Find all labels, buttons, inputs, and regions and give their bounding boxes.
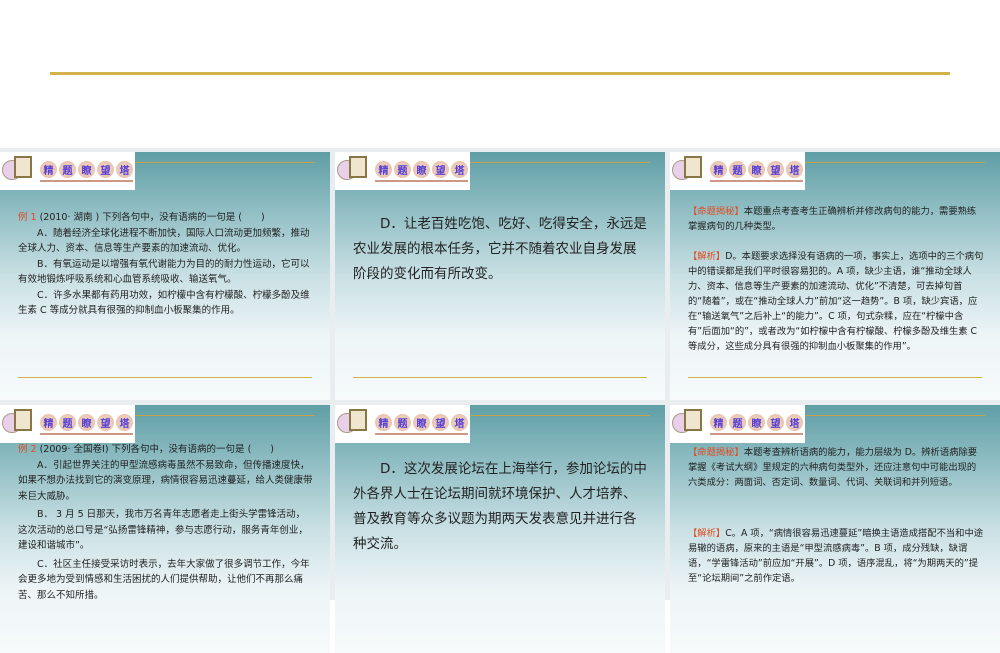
banner-char: 望 <box>767 413 784 431</box>
banner-char: 精 <box>710 160 727 178</box>
tag-explanation: 【解析】 <box>688 251 726 262</box>
banner-char: 塔 <box>451 160 468 178</box>
banner-char: 塔 <box>116 160 133 178</box>
banner-char: 望 <box>97 413 114 431</box>
slide-6[interactable]: 精题瞭望塔 【命题揭秘】本题考查辨析语病的能力，能力层级为 D。辨析语病除要掌握… <box>670 405 1000 653</box>
banner-char: 瞭 <box>413 160 430 178</box>
option-d: D．让老百姓吃饱、吃好、吃得安全，永远是农业发展的根本任务，它并不随着农业自身发… <box>353 216 647 282</box>
banner-char: 精 <box>710 413 727 431</box>
banner-logo: 精题瞭望塔 <box>0 405 135 443</box>
banner-logo: 精题瞭望塔 <box>670 405 805 443</box>
question-head: (2009· 全国卷Ⅰ) 下列各句中，没有语病的一句是 ( ) <box>36 444 274 455</box>
banner-char: 题 <box>394 160 411 178</box>
banner-logo: 精题瞭望塔 <box>0 152 135 190</box>
banner-char: 塔 <box>786 160 803 178</box>
banner-logo: 精题瞭望塔 <box>335 405 470 443</box>
banner-char: 塔 <box>116 413 133 431</box>
slide-4[interactable]: 精题瞭望塔 例 2 (2009· 全国卷Ⅰ) 下列各句中，没有语病的一句是 ( … <box>0 405 330 653</box>
banner-char: 望 <box>432 160 449 178</box>
mascot-icon <box>672 154 706 188</box>
banner-char: 望 <box>432 413 449 431</box>
option-b: B．有氧运动是以增强有氧代谢能力为目的的耐力性运动，它可以有效地锻炼呼吸系统和心… <box>18 258 310 286</box>
banner-char: 瞭 <box>748 413 765 431</box>
banner-char: 塔 <box>451 413 468 431</box>
tag-explanation: 【解析】 <box>688 528 726 539</box>
option-c: C．许多水果都有药用功效，如柠檬中含有柠檬酸、柠檬多酚及维生素 C 等成分就具有… <box>18 289 310 317</box>
example-label: 例 1 <box>18 212 37 223</box>
banner-char: 题 <box>59 413 76 431</box>
mascot-icon <box>2 154 36 188</box>
mascot-icon <box>337 154 371 188</box>
banner-char: 瞭 <box>78 413 95 431</box>
option-d: D．这次发展论坛在上海举行，参加论坛的中外各界人士在论坛期间就环境保护、人才培养… <box>353 461 647 552</box>
mascot-icon <box>337 407 371 441</box>
banner-char: 精 <box>375 160 392 178</box>
slide-2[interactable]: 精题瞭望塔 D．让老百姓吃饱、吃好、吃得安全，永远是农业发展的根本任务，它并不随… <box>335 152 665 400</box>
banner-char: 精 <box>40 413 57 431</box>
option-a: A．引起世界关注的甲型流感病毒虽然不易致命，但传播速度快，如果不想办法找到它的演… <box>18 459 313 502</box>
tag-analysis: 【命题揭秘】 <box>688 447 744 458</box>
slide-grid: 精题瞭望塔 例 1 (2010· 湖南 ) 下列各句中，没有语病的一句是 ( )… <box>0 148 1000 653</box>
banner-char: 精 <box>40 160 57 178</box>
banner-char: 题 <box>59 160 76 178</box>
question-text: 例 1 (2010· 湖南 ) 下列各句中，没有语病的一句是 ( ) A．随着经… <box>18 210 314 319</box>
explanation-text: C。A 项，“病情很容易迅速蔓延”暗换主语造成搭配不当和中途易辙的语病，原来的主… <box>688 528 984 584</box>
banner-char: 精 <box>375 413 392 431</box>
mascot-icon <box>2 407 36 441</box>
option-a: A．随着经济全球化进程不断加快，国际人口流动更加频繁，推动全球人力、资本、信息等… <box>18 227 310 255</box>
banner-char: 瞭 <box>413 413 430 431</box>
slide-5[interactable]: 精题瞭望塔 D．这次发展论坛在上海举行，参加论坛的中外各界人士在论坛期间就环境保… <box>335 405 665 653</box>
banner-char: 瞭 <box>78 160 95 178</box>
banner-char: 题 <box>394 413 411 431</box>
banner-logo: 精题瞭望塔 <box>670 152 805 190</box>
example-label: 例 2 <box>18 444 37 455</box>
title-divider <box>50 72 950 75</box>
banner-char: 题 <box>729 160 746 178</box>
question-text: 例 2 (2009· 全国卷Ⅰ) 下列各句中，没有语病的一句是 ( ) A．引起… <box>18 442 314 603</box>
banner-char: 望 <box>767 160 784 178</box>
question-head: (2010· 湖南 ) 下列各句中，没有语病的一句是 ( ) <box>36 212 265 223</box>
tag-analysis: 【命题揭秘】 <box>688 206 744 217</box>
slide-1[interactable]: 精题瞭望塔 例 1 (2010· 湖南 ) 下列各句中，没有语病的一句是 ( )… <box>0 152 330 400</box>
explanation-text: D。本题要求选择没有语病的一项，事实上，选项中的三个病句中的错误都是我们平时很容… <box>688 251 984 352</box>
banner-char: 塔 <box>786 413 803 431</box>
slide-3[interactable]: 精题瞭望塔 【命题揭秘】本题重点考查考生正确辨析并修改病句的能力，需要熟练掌握病… <box>670 152 1000 400</box>
banner-char: 瞭 <box>748 160 765 178</box>
banner-logo: 精题瞭望塔 <box>335 152 470 190</box>
banner-char: 望 <box>97 160 114 178</box>
mascot-icon <box>672 407 706 441</box>
banner-char: 题 <box>729 413 746 431</box>
option-b: B． 3 月 5 日那天，我市万名青年志愿者走上街头学雷锋活动，这次活动的总口号… <box>18 509 308 551</box>
option-c: C．社区主任接受采访时表示，去年大家做了很多调节工作，今年会更多地为受到情感和生… <box>18 558 310 601</box>
